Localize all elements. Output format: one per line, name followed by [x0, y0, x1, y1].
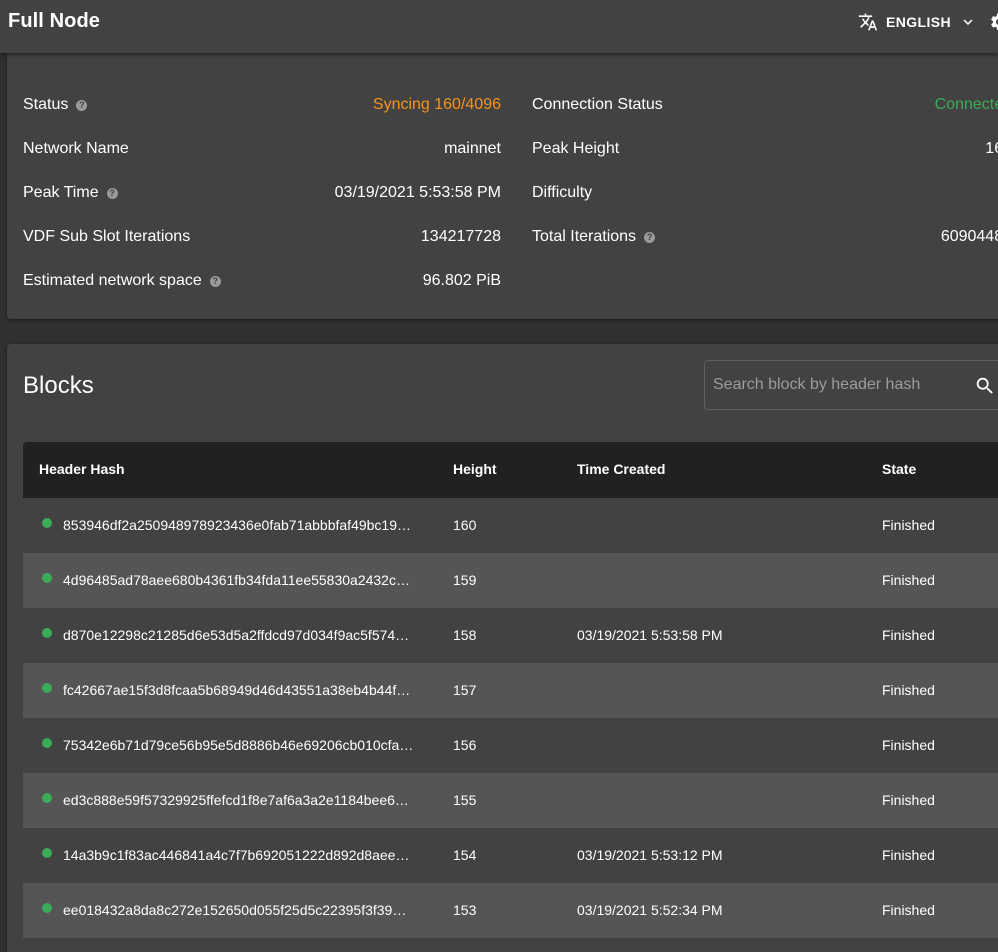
height-cell: 158 — [453, 627, 477, 643]
time-created-cell: 03/19/2021 5:53:12 PM — [577, 847, 723, 863]
state-cell: Finished — [882, 627, 935, 643]
stat-status: Status ? Syncing 160/4096 — [23, 94, 501, 116]
state-cell: Finished — [882, 572, 935, 588]
header-hash-cell[interactable]: 4d96485ad78aee680b4361fb34fda11ee55830a2… — [63, 572, 410, 588]
time-created-cell: 03/19/2021 5:52:34 PM — [577, 902, 723, 918]
table-row[interactable]: 75342e6b71d79ce56b95e5d8886b46e69206cb01… — [23, 718, 998, 773]
network-name-value: mainnet — [444, 140, 501, 157]
header-hash-cell[interactable]: 75342e6b71d79ce56b95e5d8886b46e69206cb01… — [63, 737, 413, 753]
blocks-table: Header Hash Height Time Created State 85… — [23, 442, 998, 938]
help-circle-icon[interactable]: ? — [106, 187, 118, 199]
status-dot-icon — [42, 518, 52, 528]
state-cell: Finished — [882, 847, 935, 863]
blocks-card: Blocks Header Hash Height Time Created S… — [7, 344, 998, 952]
state-cell: Finished — [882, 682, 935, 698]
translate-icon — [858, 12, 878, 32]
status-dot-icon — [42, 793, 52, 803]
stat-label: Peak Height — [532, 140, 620, 157]
status-dot-icon — [42, 573, 52, 583]
stat-difficulty: Difficulty — [532, 182, 998, 204]
gear-icon[interactable] — [989, 12, 998, 37]
state-cell: Finished — [882, 792, 935, 808]
state-cell: Finished — [882, 737, 935, 753]
height-cell: 154 — [453, 847, 477, 863]
table-row[interactable]: ee018432a8da8c272e152650d055f25d5c22395f… — [23, 883, 998, 938]
stat-vdf-sub-slot-iterations: VDF Sub Slot Iterations 134217728 — [23, 226, 501, 248]
help-circle-icon[interactable]: ? — [644, 231, 656, 243]
peak-height-value: 160 — [985, 140, 998, 157]
column-header-height[interactable]: Height — [453, 461, 497, 477]
header-hash-cell[interactable]: d870e12298c21285d6e53d5a2ffdcd97d034f9ac… — [63, 627, 409, 643]
peak-time-value: 03/19/2021 5:53:58 PM — [334, 184, 501, 201]
language-label: ENGLISH — [886, 14, 952, 30]
app-bar: Full Node ENGLISH — [0, 0, 998, 53]
stat-total-iterations: Total Iterations ? 60904481 — [532, 226, 998, 248]
state-cell: Finished — [882, 517, 935, 533]
stat-network-name: Network Name mainnet — [23, 138, 501, 160]
search-icon[interactable] — [974, 375, 996, 402]
page-title: Full Node — [8, 10, 101, 32]
full-node-status-card: Status ? Syncing 160/4096 Network Name m… — [7, 53, 998, 319]
status-dot-icon — [42, 683, 52, 693]
height-cell: 159 — [453, 572, 477, 588]
stat-label: Status — [23, 96, 69, 113]
search-field[interactable] — [704, 360, 998, 410]
stat-label: Estimated network space — [23, 272, 202, 289]
stat-label: Network Name — [23, 140, 129, 157]
chevron-down-icon — [959, 13, 977, 31]
stat-label: VDF Sub Slot Iterations — [23, 228, 191, 245]
height-cell: 155 — [453, 792, 477, 808]
search-input[interactable] — [705, 361, 995, 409]
table-row[interactable]: 14a3b9c1f83ac446841a4c7f7b692051222d892d… — [23, 828, 998, 883]
stat-peak-time: Peak Time ? 03/19/2021 5:53:58 PM — [23, 182, 501, 204]
help-circle-icon[interactable]: ? — [209, 275, 221, 287]
status-dot-icon — [42, 628, 52, 638]
table-row[interactable]: d870e12298c21285d6e53d5a2ffdcd97d034f9ac… — [23, 608, 998, 663]
network-space-value: 96.802 PiB — [422, 272, 501, 289]
height-cell: 157 — [453, 682, 477, 698]
stat-connection-status: Connection Status Connected — [532, 94, 998, 116]
help-circle-icon[interactable]: ? — [76, 99, 88, 111]
header-hash-cell[interactable]: 14a3b9c1f83ac446841a4c7f7b692051222d892d… — [63, 847, 409, 863]
status-dot-icon — [42, 738, 52, 748]
column-header-time-created[interactable]: Time Created — [577, 461, 665, 477]
height-cell: 153 — [453, 902, 477, 918]
stat-label: Connection Status — [532, 96, 663, 113]
blocks-title: Blocks — [23, 372, 94, 399]
table-row[interactable]: ed3c888e59f57329925ffefcd1f8e7af6a3a2e11… — [23, 773, 998, 828]
connection-status-value: Connected — [934, 96, 998, 113]
stat-label: Difficulty — [532, 184, 593, 201]
header-hash-cell[interactable]: 853946df2a250948978923436e0fab71abbbfaf4… — [63, 517, 411, 533]
table-row[interactable]: 4d96485ad78aee680b4361fb34fda11ee55830a2… — [23, 553, 998, 608]
stat-label: Peak Time — [23, 184, 99, 201]
height-cell: 160 — [453, 517, 477, 533]
header-hash-cell[interactable]: ee018432a8da8c272e152650d055f25d5c22395f… — [63, 902, 406, 918]
column-header-state[interactable]: State — [882, 461, 916, 477]
height-cell: 156 — [453, 737, 477, 753]
header-hash-cell[interactable]: ed3c888e59f57329925ffefcd1f8e7af6a3a2e11… — [63, 792, 409, 808]
stat-peak-height: Peak Height 160 — [532, 138, 998, 160]
status-dot-icon — [42, 903, 52, 913]
state-cell: Finished — [882, 902, 935, 918]
time-created-cell: 03/19/2021 5:53:58 PM — [577, 627, 723, 643]
stat-network-space: Estimated network space ? 96.802 PiB — [23, 270, 501, 292]
header-hash-cell[interactable]: fc42667ae15f3d8fcaa5b68949d46d43551a38eb… — [63, 682, 410, 698]
column-header-hash[interactable]: Header Hash — [39, 461, 125, 477]
stat-label: Total Iterations — [532, 228, 637, 245]
sync-status-value: Syncing 160/4096 — [372, 96, 501, 113]
vdf-iterations-value: 134217728 — [420, 228, 501, 245]
total-iterations-value: 60904481 — [940, 228, 998, 245]
language-selector[interactable]: ENGLISH — [858, 10, 977, 34]
status-dot-icon — [42, 848, 52, 858]
table-row[interactable]: 853946df2a250948978923436e0fab71abbbfaf4… — [23, 498, 998, 553]
table-header: Header Hash Height Time Created State — [23, 442, 998, 498]
table-row[interactable]: fc42667ae15f3d8fcaa5b68949d46d43551a38eb… — [23, 663, 998, 718]
